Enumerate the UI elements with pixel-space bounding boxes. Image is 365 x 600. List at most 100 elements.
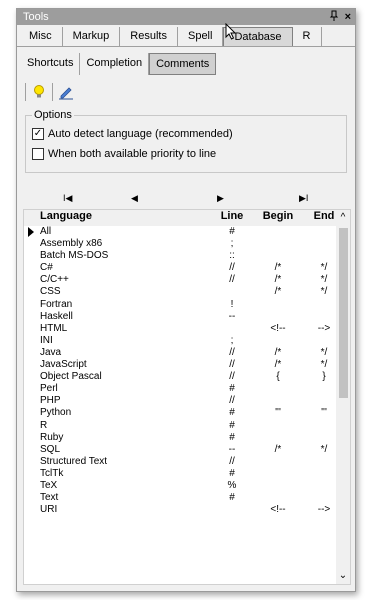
tab-r[interactable]: R xyxy=(293,27,322,46)
cell-end[interactable]: */ xyxy=(304,347,336,359)
table-row[interactable]: Java // /* */ xyxy=(24,347,336,359)
cell-end[interactable]: */ xyxy=(304,286,336,298)
cell-line[interactable]: -- xyxy=(214,311,250,323)
cell-line[interactable]: % xyxy=(214,480,250,492)
cell-language[interactable]: Assembly x86 xyxy=(40,238,102,250)
cell-language[interactable]: CSS xyxy=(40,286,61,298)
cell-language[interactable]: Java xyxy=(40,347,61,359)
table-row[interactable]: CSS /* */ xyxy=(24,286,336,298)
nav-last-button[interactable]: ▶I xyxy=(299,193,308,204)
cell-line[interactable]: // xyxy=(214,347,250,359)
cell-language[interactable]: Perl xyxy=(40,383,58,395)
priority-line-checkbox[interactable]: When both available priority to line xyxy=(32,145,340,163)
cell-language[interactable]: URI xyxy=(40,504,57,516)
cell-language[interactable]: SQL xyxy=(40,444,60,456)
vertical-scrollbar[interactable]: ^ ⌄ xyxy=(336,210,350,584)
cell-language[interactable]: TclTk xyxy=(40,468,63,480)
cell-end[interactable]: */ xyxy=(304,262,336,274)
table-row[interactable]: PHP // xyxy=(24,395,336,407)
cell-language[interactable]: Fortran xyxy=(40,299,72,311)
cell-language[interactable]: HTML xyxy=(40,323,67,335)
cell-language[interactable]: TeX xyxy=(40,480,57,492)
subtab-completion[interactable]: Completion xyxy=(80,53,150,75)
cell-end[interactable]: --> xyxy=(304,504,336,516)
cell-language[interactable]: R xyxy=(40,420,47,432)
scroll-up-icon[interactable]: ^ xyxy=(336,212,350,226)
close-icon[interactable]: × xyxy=(345,11,351,23)
language-grid[interactable]: Language Line Begin End All # Assembly x86… xyxy=(23,209,351,585)
table-row[interactable]: Object Pascal // {} xyxy=(24,371,336,383)
cell-end[interactable]: */ xyxy=(304,444,336,456)
cell-end[interactable]: ''' xyxy=(304,407,336,419)
table-row[interactable]: TclTk # xyxy=(24,468,336,480)
header-line[interactable]: Line xyxy=(214,210,250,222)
cell-begin[interactable]: <!-- xyxy=(256,323,300,335)
tab-markup[interactable]: Markup xyxy=(63,27,121,46)
table-row[interactable]: Python # ''' ''' xyxy=(24,407,336,419)
cell-end[interactable]: } xyxy=(304,371,336,383)
cell-end[interactable]: */ xyxy=(304,359,336,371)
checkbox-unchecked[interactable] xyxy=(32,148,44,160)
cell-line[interactable]: ; xyxy=(214,238,250,250)
table-row[interactable]: SQL -- /* */ xyxy=(24,444,336,456)
table-row[interactable]: Fortran! xyxy=(24,299,336,311)
cell-line[interactable]: ; xyxy=(214,335,250,347)
cell-line[interactable]: -- xyxy=(214,444,250,456)
cell-begin[interactable]: /* xyxy=(256,444,300,456)
edit-pencil-icon[interactable] xyxy=(57,83,75,101)
cell-line[interactable]: # xyxy=(214,420,250,432)
cell-begin[interactable]: /* xyxy=(256,286,300,298)
cell-end[interactable]: */ xyxy=(304,274,336,286)
cell-line[interactable]: :: xyxy=(214,250,250,262)
table-row[interactable]: Batch MS-DOS:: xyxy=(24,250,336,262)
cell-line[interactable]: ! xyxy=(214,299,250,311)
scroll-thumb[interactable] xyxy=(339,228,348,398)
cell-line[interactable]: // xyxy=(214,359,250,371)
cell-begin[interactable]: /* xyxy=(256,347,300,359)
cell-language[interactable]: Text xyxy=(40,492,58,504)
cell-line[interactable]: // xyxy=(214,262,250,274)
cell-begin[interactable]: /* xyxy=(256,262,300,274)
cell-language[interactable]: INI xyxy=(40,335,53,347)
table-row[interactable]: Ruby # xyxy=(24,432,336,444)
nav-prev-button[interactable]: ◀ xyxy=(131,193,138,204)
table-row[interactable]: C# // /* */ xyxy=(24,262,336,274)
cell-language[interactable]: Structured Text xyxy=(40,456,107,468)
tab-results[interactable]: Results xyxy=(120,27,178,46)
table-row[interactable]: All # xyxy=(24,226,336,238)
cell-language[interactable]: Python xyxy=(40,407,71,419)
table-row[interactable]: Haskell -- xyxy=(24,311,336,323)
nav-next-button[interactable]: ▶ xyxy=(217,193,224,204)
cell-line[interactable]: # xyxy=(214,492,250,504)
cell-line[interactable]: // xyxy=(214,274,250,286)
table-row[interactable]: R # xyxy=(24,420,336,432)
cell-language[interactable]: Haskell xyxy=(40,311,73,323)
table-row[interactable]: JavaScript // /* */ xyxy=(24,359,336,371)
scroll-down-icon[interactable]: ⌄ xyxy=(336,570,350,584)
lightbulb-icon[interactable] xyxy=(30,83,48,101)
cell-language[interactable]: Batch MS-DOS xyxy=(40,250,108,262)
table-row[interactable]: C/C++ // /* */ xyxy=(24,274,336,286)
table-row[interactable]: URI <!-- --> xyxy=(24,504,336,516)
table-row[interactable]: INI; xyxy=(24,335,336,347)
cell-begin[interactable]: ''' xyxy=(256,407,300,419)
cell-language[interactable]: PHP xyxy=(40,395,61,407)
cell-language[interactable]: Object Pascal xyxy=(40,371,102,383)
cell-begin[interactable]: <!-- xyxy=(256,504,300,516)
cell-language[interactable]: All xyxy=(40,226,51,238)
cell-line[interactable]: # xyxy=(214,383,250,395)
cell-line[interactable]: // xyxy=(214,456,250,468)
auto-detect-checkbox[interactable]: ✓ Auto detect language (recommended) xyxy=(32,125,340,143)
cell-language[interactable]: C# xyxy=(40,262,53,274)
subtab-comments[interactable]: Comments xyxy=(149,53,217,75)
cell-begin[interactable]: /* xyxy=(256,359,300,371)
cell-line[interactable]: # xyxy=(214,407,250,419)
title-bar[interactable]: Tools × xyxy=(17,9,355,25)
tab-misc[interactable]: Misc xyxy=(19,27,63,46)
subtab-shortcuts[interactable]: Shortcuts xyxy=(21,53,81,75)
nav-first-button[interactable]: I◀ xyxy=(63,193,72,204)
cell-line[interactable]: // xyxy=(214,371,250,383)
cell-line[interactable]: // xyxy=(214,395,250,407)
header-begin[interactable]: Begin xyxy=(256,210,300,222)
table-row[interactable]: HTML <!-- --> xyxy=(24,323,336,335)
